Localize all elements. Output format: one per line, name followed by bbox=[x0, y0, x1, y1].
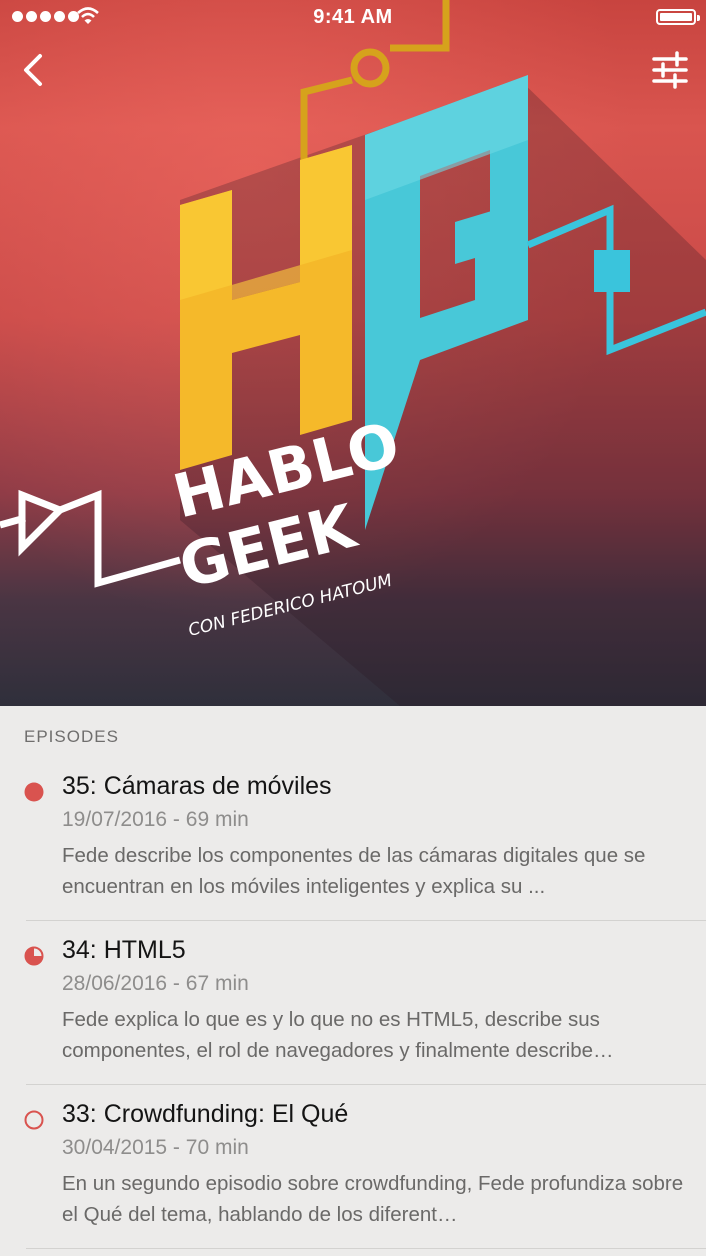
episode-row[interactable]: 33: Crowdfunding: El Qué 30/04/2015 - 70… bbox=[0, 1092, 706, 1256]
episode-title: 34: HTML5 bbox=[62, 936, 186, 964]
episode-row[interactable]: 34: HTML5 28/06/2016 - 67 min Fede expli… bbox=[0, 928, 706, 1092]
status-bar: 9:41 AM bbox=[0, 0, 706, 36]
unplayed-dot-icon bbox=[24, 782, 44, 802]
episode-title: 33: Crowdfunding: El Qué bbox=[62, 1100, 349, 1128]
battery-icon bbox=[656, 9, 700, 25]
row-divider bbox=[26, 920, 706, 921]
settings-button[interactable] bbox=[650, 50, 690, 90]
back-button[interactable] bbox=[14, 50, 54, 90]
episode-title: 35: Cámaras de móviles bbox=[62, 772, 332, 800]
hablo-geek-logo: HABLO GEEK CON FEDERICO HATOUM bbox=[0, 0, 706, 706]
episode-description: Fede describe los componentes de las cám… bbox=[62, 844, 646, 898]
episode-description: En un segundo episodio sobre crowdfundin… bbox=[62, 1172, 684, 1226]
episode-description: Fede explica lo que es y lo que no es HT… bbox=[62, 1008, 614, 1062]
podcast-artwork: HABLO GEEK CON FEDERICO HATOUM bbox=[0, 0, 706, 706]
episode-row[interactable]: 35: Cámaras de móviles 19/07/2016 - 69 m… bbox=[0, 764, 706, 928]
row-divider bbox=[26, 1248, 706, 1249]
episodes-section-header: EPISODES bbox=[24, 727, 119, 746]
episode-date-duration: 28/06/2016 - 67 min bbox=[62, 972, 249, 995]
episode-date-duration: 30/04/2015 - 70 min bbox=[62, 1136, 249, 1159]
sliders-icon bbox=[652, 51, 688, 89]
episode-date-duration: 19/07/2016 - 69 min bbox=[62, 808, 249, 831]
row-divider bbox=[26, 1084, 706, 1085]
status-time: 9:41 AM bbox=[313, 6, 393, 28]
chevron-left-icon bbox=[24, 54, 42, 86]
played-circle-icon bbox=[24, 1110, 44, 1130]
in-progress-icon bbox=[24, 946, 44, 966]
